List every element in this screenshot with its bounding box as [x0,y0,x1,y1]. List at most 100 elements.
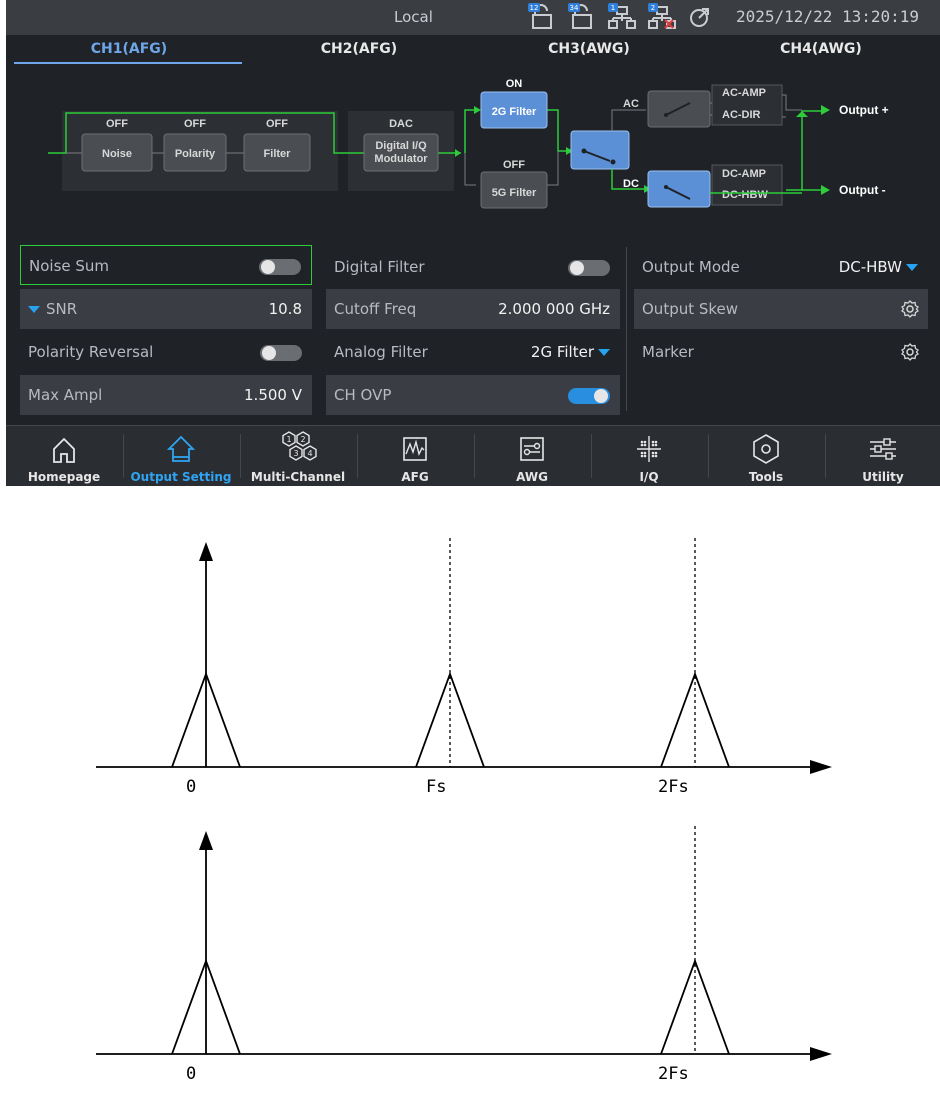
marker-label: Marker [642,343,694,361]
bottom-nav: Homepage Output Setting 1 2 3 4 Multi-Ch… [6,425,940,486]
nav-utility-label: Utility [862,470,904,484]
dc-hbw-label: DC-HBW [722,189,768,201]
cutoff-freq-row[interactable]: Cutoff Freq 2.000 000 GHz [326,289,620,329]
spectrum-diagrams: 0 Fs 2Fs 0 2Fs [96,538,832,1084]
label-2fs-bottom: 2Fs [658,1064,689,1084]
max-ampl-label: Max Ampl [28,386,103,404]
nav-output-setting-label: Output Setting [130,470,232,484]
marker-row[interactable]: Marker [634,332,928,372]
output-skew-row[interactable]: Output Skew [634,289,928,329]
badge-12: 12 [530,4,539,12]
noise-sum-row[interactable]: Noise Sum [20,245,312,285]
output-skew-gear-icon[interactable] [900,299,920,319]
afg-icon [403,437,427,461]
utility-icon [870,438,896,460]
multi-channel-digit-2: 2 [300,435,305,444]
polarity-reversal-label: Polarity Reversal [28,343,154,361]
output-mode-row[interactable]: Output Mode DC-HBW [634,247,928,287]
nav-multi-channel[interactable]: 1 2 3 4 Multi-Channel [240,426,356,486]
output-skew-label: Output Skew [642,300,739,318]
network-1-icon: 1 [608,3,636,29]
amplitude-axis-arrow [199,542,213,561]
analog-filter-row[interactable]: Analog Filter 2G Filter [326,332,620,372]
filter-label: Filter [264,148,292,160]
snr-expand-icon[interactable] [28,306,40,313]
snr-row[interactable]: SNR 10.8 [20,289,312,329]
label-fs: Fs [426,777,446,797]
nav-homepage-label: Homepage [27,470,101,484]
nav-output-setting[interactable]: Output Setting [123,426,239,486]
tools-icon [753,434,779,464]
nav-utility[interactable]: Utility [825,426,940,486]
digital-filter-label: Digital Filter [334,258,425,276]
spectrum-bottom: 0 2Fs [96,826,832,1084]
5g-filter-state: OFF [503,159,525,171]
nav-homepage[interactable]: Homepage [6,426,122,486]
signal-path-diagram: OFF Noise OFF Polarity OFF Filter DAC Di… [48,78,889,209]
output-mode-value[interactable]: DC-HBW [839,258,902,276]
label-zero: 0 [186,777,196,797]
noise-sum-label: Noise Sum [29,257,110,275]
tab-ch3[interactable]: CH3(AWG) [474,41,704,57]
nav-awg-label: AWG [516,470,548,484]
ac-amp-label: AC-AMP [722,87,766,99]
marker-gear-icon[interactable] [900,342,920,362]
channel-tabs: CH1(AFG) CH2(AFG) CH3(AWG) CH4(AWG) [6,35,940,65]
output-mode-dropdown-icon[interactable] [906,264,918,271]
freq-axis-arrow [810,760,832,774]
5g-filter-label: 5G Filter [492,187,537,199]
nav-multi-channel-label: Multi-Channel [250,470,346,484]
2g-filter-block[interactable]: ON 2G Filter [480,78,548,129]
polarity-reversal-toggle[interactable] [260,345,302,361]
2g-filter-state: ON [506,78,523,90]
cutoff-freq-value: 2.000 000 GHz [498,300,610,318]
5g-filter-block[interactable]: OFF 5G Filter [480,159,548,209]
snr-label: SNR [46,300,78,318]
digital-filter-toggle[interactable] [568,260,610,276]
output-setting-icon [166,435,196,462]
noise-state: OFF [106,118,128,130]
dc-output-switch[interactable] [647,170,711,208]
max-ampl-row[interactable]: Max Ampl 1.500 V [20,375,312,415]
tab-ch2[interactable]: CH2(AFG) [244,41,474,57]
analog-filter-dropdown-icon[interactable] [598,349,610,356]
analog-filter-value[interactable]: 2G Filter [531,343,594,361]
2g-filter-label: 2G Filter [492,106,537,118]
cutoff-freq-label: Cutoff Freq [334,300,417,318]
tab-ch4[interactable]: CH4(AWG) [706,41,936,57]
status-icons: 12 34 1 2 [528,3,712,31]
nav-awg[interactable]: AWG [474,426,590,486]
ch-ovp-row[interactable]: CH OVP [326,375,620,415]
nav-iq-label: I/Q [639,470,659,484]
ac-label: AC [623,98,639,110]
column-divider [626,247,627,411]
ac-output-switch[interactable] [647,90,711,128]
nav-tools-label: Tools [748,470,784,484]
iq-icon [637,436,661,462]
freq-axis-arrow-bottom [810,1047,832,1061]
nav-tools[interactable]: Tools [708,426,824,486]
polarity-reversal-row[interactable]: Polarity Reversal [20,332,312,372]
dc-label: DC [623,178,639,190]
settings-panel: Noise Sum SNR 10.8 Polarity Reversal Max… [6,237,940,425]
digital-filter-row[interactable]: Digital Filter [326,247,620,287]
noise-sum-toggle[interactable] [259,259,301,275]
badge-2: 2 [651,4,655,12]
status-bar: Local 12 34 1 2 2025/12/22 13:20:19 [6,0,940,35]
label-2fs: 2Fs [658,777,689,797]
multi-channel-digit-1: 1 [286,435,291,444]
snr-value: 10.8 [268,300,302,318]
ac-dc-switch[interactable] [570,130,630,170]
analog-filter-label: Analog Filter [334,343,428,361]
remote-connect-icon[interactable] [688,3,712,31]
ch-ovp-toggle[interactable] [568,388,610,404]
active-tab-indicator [14,62,242,64]
nav-afg[interactable]: AFG [357,426,473,486]
noise-label: Noise [102,148,132,160]
label-zero-bottom: 0 [186,1064,196,1084]
ac-dir-label: AC-DIR [722,109,761,121]
lock-channel-34-icon: 34 [568,3,592,29]
nav-iq[interactable]: I/Q [591,426,707,486]
output-mode-label: Output Mode [642,258,740,276]
tab-ch1[interactable]: CH1(AFG) [14,41,244,57]
